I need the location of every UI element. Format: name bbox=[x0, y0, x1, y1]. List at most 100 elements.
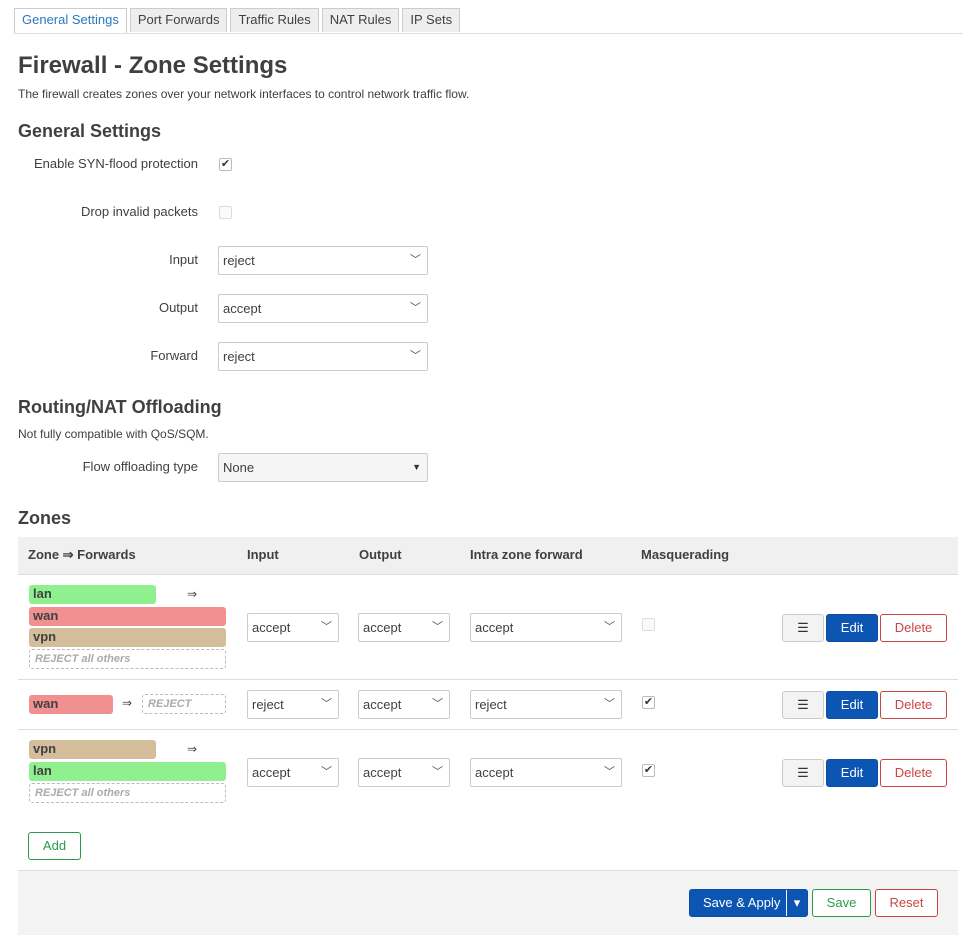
zone-badge-vpn[interactable]: vpn bbox=[29, 740, 156, 759]
menu-button[interactable]: ☰ bbox=[782, 759, 824, 787]
output-policy-label: Output bbox=[158, 300, 198, 315]
delete-button[interactable]: Delete bbox=[880, 614, 947, 642]
menu-icon: ☰ bbox=[797, 765, 809, 780]
tab-general-settings[interactable]: General Settings bbox=[14, 8, 127, 33]
chevron-down-icon: ﹀ bbox=[432, 698, 443, 710]
add-zone-button[interactable]: Add bbox=[28, 832, 81, 860]
zone-input-select[interactable]: accept ﹀ bbox=[247, 758, 339, 787]
zone-intra-value: accept bbox=[475, 765, 514, 780]
table-row-wan: wan ⇒ REJECT reject ﹀ accept ﹀ reject ﹀ ✔ ☰… bbox=[18, 680, 958, 730]
chevron-down-icon: ﹀ bbox=[604, 621, 615, 633]
zone-output-value: accept bbox=[363, 620, 402, 635]
page-description: The firewall creates zones over your net… bbox=[18, 87, 470, 101]
zone-intra-value: reject bbox=[475, 697, 507, 712]
forward-arrow-icon: ⇒ bbox=[187, 587, 198, 601]
drop-invalid-checkbox[interactable] bbox=[219, 206, 232, 219]
save-button[interactable]: Save bbox=[812, 889, 871, 917]
chevron-down-icon: ﹀ bbox=[432, 766, 443, 778]
check-icon: ✔ bbox=[643, 696, 654, 708]
col-masquerading: Masquerading bbox=[641, 547, 730, 562]
forward-badge-wan: wan bbox=[29, 607, 226, 626]
chevron-down-icon: ﹀ bbox=[604, 766, 615, 778]
zone-output-select[interactable]: accept ﹀ bbox=[358, 613, 450, 642]
triangle-down-icon: ▼ bbox=[412, 462, 421, 472]
reset-button[interactable]: Reset bbox=[875, 889, 938, 917]
offload-type-select[interactable]: None ▼ bbox=[218, 453, 428, 482]
col-zone-forwards: Zone ⇒ Forwards bbox=[28, 547, 136, 562]
menu-button[interactable]: ☰ bbox=[782, 691, 824, 719]
forward-badge-vpn: vpn bbox=[29, 628, 226, 647]
masquerading-checkbox[interactable]: ✔ bbox=[642, 764, 655, 777]
output-policy-select[interactable]: accept ﹀ bbox=[218, 294, 428, 323]
zone-input-select[interactable]: accept ﹀ bbox=[247, 613, 339, 642]
edit-button[interactable]: Edit bbox=[826, 759, 878, 787]
masquerading-checkbox[interactable]: ✔ bbox=[642, 696, 655, 709]
input-policy-label: Input bbox=[169, 252, 198, 267]
syn-flood-label: Enable SYN-flood protection bbox=[33, 156, 198, 171]
chevron-down-icon: ﹀ bbox=[410, 302, 421, 314]
offload-type-label: Flow offloading type bbox=[82, 459, 198, 474]
edit-button[interactable]: Edit bbox=[826, 614, 878, 642]
chevron-down-icon: ﹀ bbox=[432, 621, 443, 633]
check-icon: ✔ bbox=[643, 764, 654, 776]
offloading-note: Not fully compatible with QoS/SQM. bbox=[18, 427, 209, 441]
zone-input-value: accept bbox=[252, 620, 291, 635]
tab-traffic-rules[interactable]: Traffic Rules bbox=[230, 8, 319, 32]
chevron-down-icon: ﹀ bbox=[604, 698, 615, 710]
zone-input-value: accept bbox=[252, 765, 291, 780]
input-policy-select[interactable]: reject ﹀ bbox=[218, 246, 428, 275]
save-apply-button[interactable]: Save & Apply ▾ bbox=[689, 889, 808, 917]
forward-badge-lan: lan bbox=[29, 762, 226, 781]
menu-icon: ☰ bbox=[797, 620, 809, 635]
zone-intra-select[interactable]: reject ﹀ bbox=[470, 690, 622, 719]
general-settings-heading: General Settings bbox=[18, 121, 162, 141]
tab-ip-sets[interactable]: IP Sets bbox=[402, 8, 461, 32]
offloading-heading: Routing/NAT Offloading bbox=[18, 397, 222, 417]
col-intra-zone-forward: Intra zone forward bbox=[470, 547, 583, 562]
chevron-down-icon: ﹀ bbox=[321, 621, 332, 633]
input-policy-value: reject bbox=[223, 253, 255, 268]
chevron-down-icon: ﹀ bbox=[321, 698, 332, 710]
chevron-down-icon: ﹀ bbox=[321, 766, 332, 778]
tab-nat-rules[interactable]: NAT Rules bbox=[321, 8, 400, 32]
zone-badge-lan[interactable]: lan bbox=[29, 585, 156, 604]
syn-flood-checkbox[interactable]: ✔ bbox=[219, 158, 232, 171]
edit-button[interactable]: Edit bbox=[826, 691, 878, 719]
zone-output-select[interactable]: accept ﹀ bbox=[358, 690, 450, 719]
forward-arrow-icon: ⇒ bbox=[187, 742, 198, 756]
reject-label: REJECT bbox=[142, 694, 226, 714]
zone-badge-wan[interactable]: wan bbox=[29, 695, 113, 714]
offload-type-value: None bbox=[223, 460, 255, 475]
output-policy-value: accept bbox=[223, 301, 262, 316]
reject-others-label: REJECT all others bbox=[29, 649, 226, 669]
menu-icon: ☰ bbox=[797, 697, 809, 712]
zones-heading: Zones bbox=[18, 508, 72, 528]
menu-button[interactable]: ☰ bbox=[782, 614, 824, 642]
masquerading-checkbox[interactable] bbox=[642, 618, 655, 631]
save-apply-label: Save & Apply bbox=[703, 895, 781, 910]
zone-intra-value: accept bbox=[475, 620, 514, 635]
delete-button[interactable]: Delete bbox=[880, 759, 947, 787]
zone-output-value: accept bbox=[363, 697, 402, 712]
zone-intra-select[interactable]: accept ﹀ bbox=[470, 613, 622, 642]
forward-policy-select[interactable]: reject ﹀ bbox=[218, 342, 428, 371]
page-title: Firewall - Zone Settings bbox=[18, 52, 288, 79]
table-row-lan: lan ⇒ wan vpn REJECT all others accept ﹀ … bbox=[18, 575, 958, 680]
forward-arrow-icon: ⇒ bbox=[122, 696, 133, 710]
zones-table-header: Zone ⇒ Forwards Input Output Intra zone … bbox=[18, 537, 958, 575]
zone-input-select[interactable]: reject ﹀ bbox=[247, 690, 339, 719]
dropdown-arrow-icon[interactable]: ▾ bbox=[786, 890, 807, 916]
col-output: Output bbox=[359, 547, 402, 562]
table-row-vpn: vpn ⇒ lan REJECT all others accept ﹀ acce… bbox=[18, 730, 958, 818]
delete-button[interactable]: Delete bbox=[880, 691, 947, 719]
tab-port-forwards[interactable]: Port Forwards bbox=[129, 8, 228, 32]
zone-intra-select[interactable]: accept ﹀ bbox=[470, 758, 622, 787]
check-icon: ✔ bbox=[220, 158, 231, 170]
chevron-down-icon: ﹀ bbox=[410, 254, 421, 266]
zone-output-value: accept bbox=[363, 765, 402, 780]
zone-output-select[interactable]: accept ﹀ bbox=[358, 758, 450, 787]
chevron-down-icon: ﹀ bbox=[410, 350, 421, 362]
drop-invalid-label: Drop invalid packets bbox=[80, 204, 198, 219]
forward-policy-value: reject bbox=[223, 349, 255, 364]
footer-actions: Save & Apply ▾ Save Reset bbox=[18, 870, 958, 935]
